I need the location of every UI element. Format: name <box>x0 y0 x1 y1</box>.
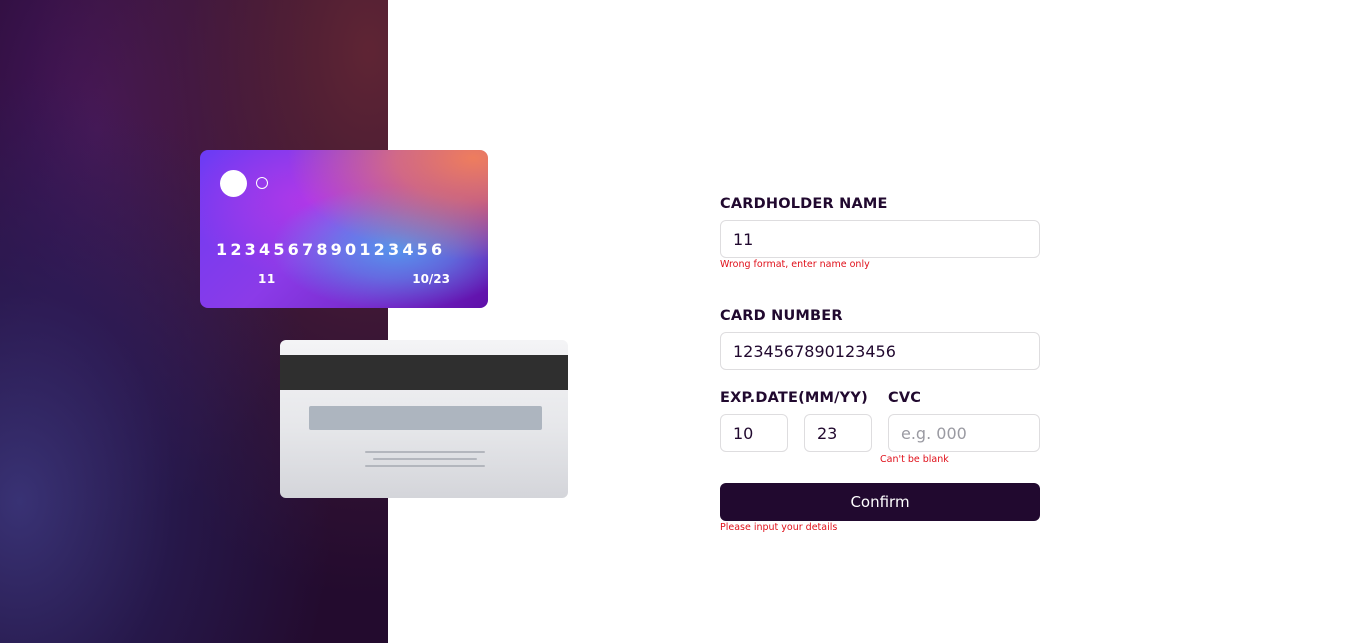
card-front-preview: 1234567890123456 11 10/23 <box>200 150 488 308</box>
left-decorative-panel <box>0 0 388 643</box>
card-number-input[interactable] <box>720 332 1040 370</box>
cardholder-name-error: Wrong format, enter name only <box>720 259 870 270</box>
fine-print-line <box>365 465 485 467</box>
exp-date-label: EXP.DATE(MM/YY) <box>720 390 868 406</box>
exp-month-input[interactable] <box>720 414 788 452</box>
cvc-input[interactable] <box>888 414 1040 452</box>
fine-print-line <box>373 458 477 460</box>
confirm-button[interactable]: Confirm <box>720 483 1040 521</box>
form-error: Please input your details <box>720 522 838 533</box>
cardholder-name-label: CARDHOLDER NAME <box>720 196 888 212</box>
card-logo-circle-large <box>220 170 247 197</box>
card-logo-circle-small <box>256 177 268 189</box>
card-front-number: 1234567890123456 <box>216 240 446 259</box>
signature-strip <box>309 406 542 430</box>
cvc-error: Can't be blank <box>880 454 949 465</box>
cardholder-name-input[interactable] <box>720 220 1040 258</box>
magnetic-stripe <box>280 355 568 390</box>
card-number-label: CARD NUMBER <box>720 308 843 324</box>
card-front-name: 11 <box>258 272 276 286</box>
cvc-label: CVC <box>888 390 922 406</box>
card-front-expiry: 10/23 <box>412 272 450 286</box>
fine-print-line <box>365 451 485 453</box>
exp-year-input[interactable] <box>804 414 872 452</box>
card-back-preview <box>280 340 568 498</box>
